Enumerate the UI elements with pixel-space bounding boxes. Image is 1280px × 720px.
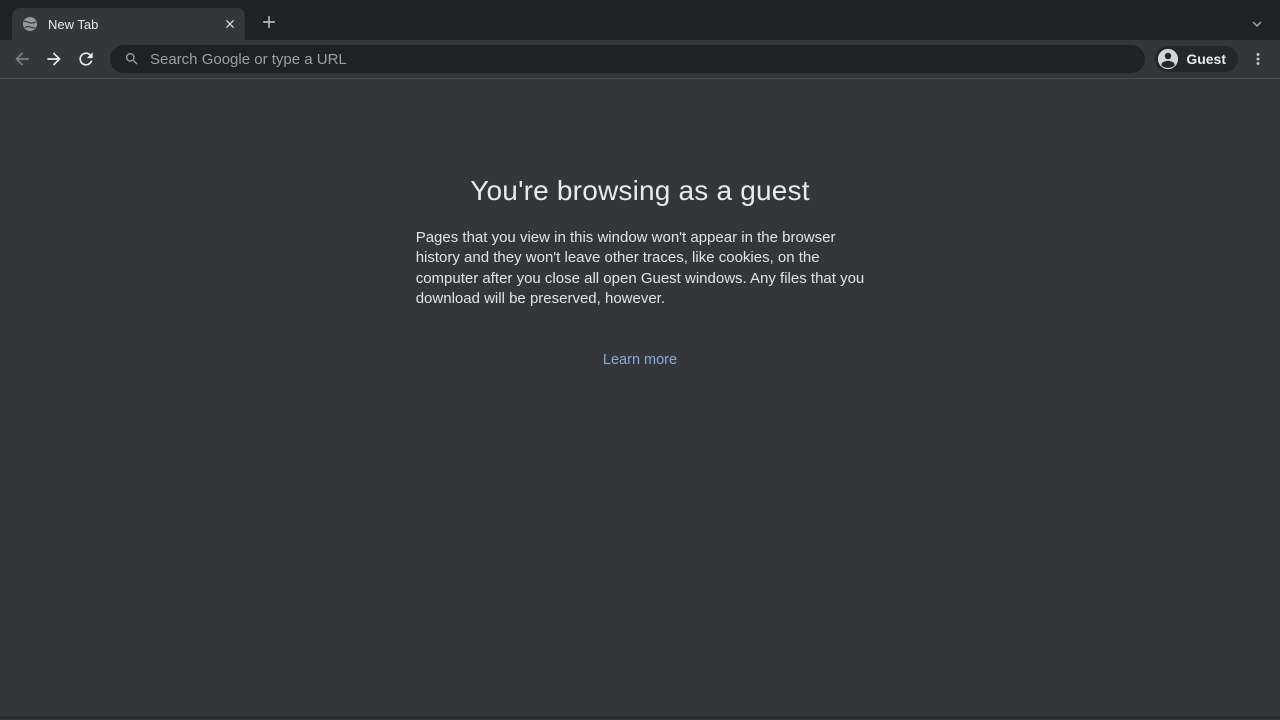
chevron-down-icon xyxy=(1248,15,1266,33)
omnibox-input[interactable] xyxy=(150,51,1131,68)
arrow-forward-icon xyxy=(44,49,64,69)
back-button[interactable] xyxy=(8,45,36,73)
plus-icon xyxy=(259,12,279,32)
tab-close-button[interactable] xyxy=(221,15,239,33)
browser-toolbar: Guest xyxy=(0,40,1280,79)
browser-menu-button[interactable] xyxy=(1244,45,1272,73)
globe-icon xyxy=(22,16,38,32)
learn-more-link[interactable]: Learn more xyxy=(603,352,677,368)
page-title: You're browsing as a guest xyxy=(0,79,1280,207)
arrow-back-icon xyxy=(12,49,32,69)
new-tab-button[interactable] xyxy=(255,8,283,36)
omnibox[interactable] xyxy=(110,45,1145,73)
guest-description-line: Pages that you view in this window won't… xyxy=(416,228,865,248)
guest-description-line: download will be preserved, however. xyxy=(416,289,865,309)
guest-description: Pages that you view in this window won't… xyxy=(416,228,865,310)
profile-button[interactable]: Guest xyxy=(1155,46,1238,72)
guest-new-tab-page: You're browsing as a guest Pages that yo… xyxy=(0,79,1280,719)
guest-description-line: computer after you close all open Guest … xyxy=(416,269,865,289)
tab-new-tab[interactable]: New Tab xyxy=(12,8,245,40)
tab-strip-chevron-button[interactable] xyxy=(1245,12,1269,36)
person-avatar-icon xyxy=(1157,48,1179,70)
reload-icon xyxy=(76,49,96,69)
window-bottom-edge xyxy=(0,716,1280,719)
tab-strip: New Tab xyxy=(0,0,1280,40)
tab-title: New Tab xyxy=(48,17,221,32)
close-icon xyxy=(223,17,237,31)
guest-description-line: history and they won't leave other trace… xyxy=(416,248,865,268)
forward-button[interactable] xyxy=(40,45,68,73)
profile-label: Guest xyxy=(1186,51,1226,67)
learn-more-container: Learn more xyxy=(0,351,1280,369)
three-dot-menu-icon xyxy=(1249,50,1267,68)
search-icon xyxy=(124,51,140,67)
reload-button[interactable] xyxy=(72,45,100,73)
